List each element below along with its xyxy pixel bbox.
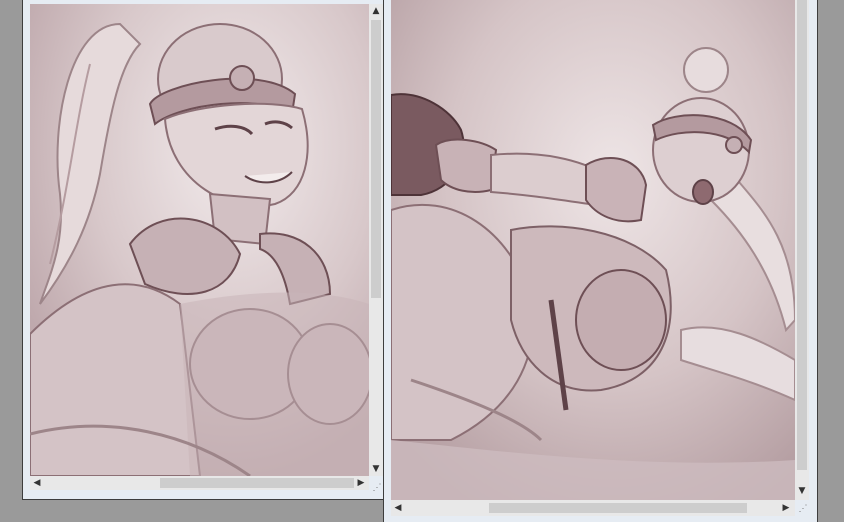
resize-grip-icon[interactable]: ⋰ xyxy=(371,482,383,494)
left-horizontal-scroll-thumb[interactable] xyxy=(160,478,354,488)
left-vertical-scroll-thumb[interactable] xyxy=(371,20,381,298)
right-horizontal-scroll-thumb[interactable] xyxy=(489,503,747,513)
left-image-canvas xyxy=(30,4,369,476)
scroll-left-arrow-icon[interactable]: ◀ xyxy=(391,501,405,515)
right-image-canvas xyxy=(391,0,795,500)
left-vertical-scrollbar[interactable]: ▲ ▼ xyxy=(369,4,383,476)
scroll-down-arrow-icon[interactable]: ▼ xyxy=(795,484,809,498)
right-image-window: ▼ ◀ ▶ ⋰ xyxy=(383,0,818,522)
right-vertical-scrollbar[interactable]: ▼ xyxy=(795,0,809,500)
resize-grip-icon[interactable]: ⋰ xyxy=(797,503,809,515)
right-horizontal-scrollbar[interactable]: ◀ ▶ xyxy=(391,500,795,516)
scroll-left-arrow-icon[interactable]: ◀ xyxy=(30,476,44,490)
left-artwork xyxy=(30,4,369,476)
right-artwork xyxy=(391,0,795,500)
left-image-window: ▲ ▼ ◀ ▶ ⋰ xyxy=(22,0,386,500)
right-vertical-scroll-thumb[interactable] xyxy=(797,0,807,470)
scroll-right-arrow-icon[interactable]: ▶ xyxy=(779,501,793,515)
scroll-down-arrow-icon[interactable]: ▼ xyxy=(369,462,383,476)
workspace-edge xyxy=(818,0,844,522)
scroll-up-arrow-icon[interactable]: ▲ xyxy=(369,4,383,18)
left-horizontal-scrollbar[interactable]: ◀ ▶ xyxy=(30,476,369,490)
scroll-right-arrow-icon[interactable]: ▶ xyxy=(354,476,368,490)
